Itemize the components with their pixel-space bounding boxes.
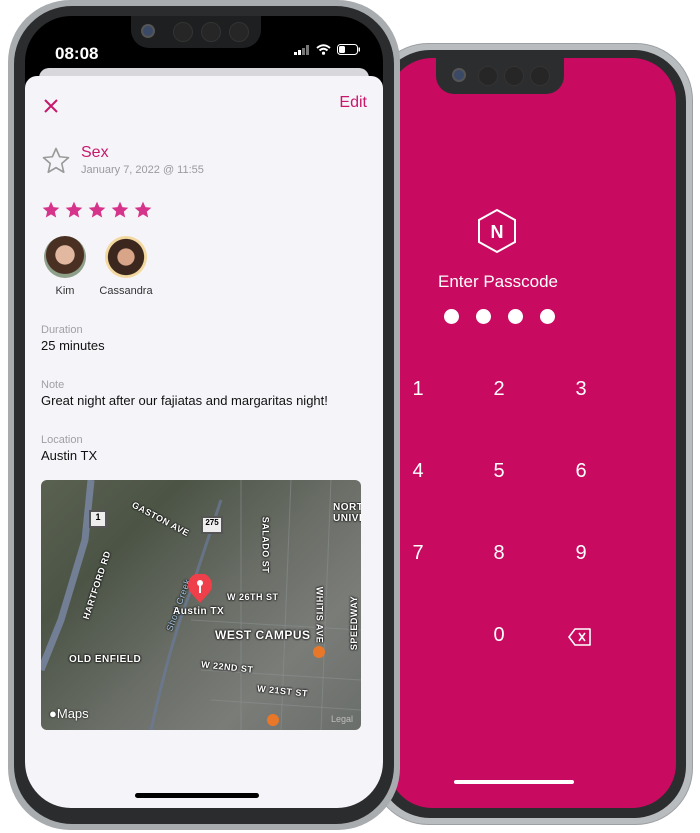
sensor <box>504 66 524 86</box>
sensor <box>478 66 498 86</box>
partner-name: Cassandra <box>99 285 153 297</box>
avatar <box>44 236 86 278</box>
status-icons <box>294 44 361 55</box>
wifi-icon <box>316 44 331 55</box>
app-logo-icon: N <box>478 208 516 254</box>
key-4[interactable]: 4 <box>398 460 438 483</box>
poi-icon[interactable] <box>313 646 325 658</box>
map-label: SPEEDWAY <box>349 595 360 651</box>
rating-star-icon[interactable] <box>110 200 130 220</box>
maps-attribution[interactable]: ●Maps <box>49 706 89 721</box>
note-value: Great night after our fajiatas and marga… <box>41 393 328 408</box>
key-1[interactable]: 1 <box>398 378 438 401</box>
key-0[interactable]: 0 <box>479 624 519 647</box>
avatar <box>105 236 147 278</box>
key-8[interactable]: 8 <box>479 542 519 565</box>
entry-date: January 7, 2022 @ 11:55 <box>81 164 204 176</box>
poi-icon[interactable] <box>267 714 279 726</box>
passcode-phone: N Enter Passcode 1 2 3 4 5 6 7 8 9 0 <box>372 44 692 824</box>
rating-star-icon[interactable] <box>64 200 84 220</box>
passcode-prompt: Enter Passcode <box>437 272 558 291</box>
backspace-icon[interactable] <box>568 628 592 646</box>
rating-star-icon[interactable] <box>41 200 61 220</box>
passcode-screen: N Enter Passcode 1 2 3 4 5 6 7 8 9 0 <box>388 58 676 808</box>
key-9[interactable]: 9 <box>561 542 601 565</box>
location-value: Austin TX <box>41 448 98 463</box>
home-indicator[interactable] <box>135 793 259 798</box>
location-label: Location <box>41 434 83 446</box>
map-label: SALADO ST <box>260 516 271 574</box>
passcode-dot <box>476 309 491 324</box>
pin-label: Austin TX <box>173 606 225 617</box>
notch <box>131 16 261 48</box>
note-label: Note <box>41 379 65 391</box>
duration-value: 25 minutes <box>41 338 105 353</box>
passcode-dot <box>444 309 459 324</box>
maps-attribution-text: Maps <box>56 706 89 721</box>
signal-icon <box>294 44 309 55</box>
camera-icon <box>143 26 153 36</box>
passcode-dot <box>508 309 523 324</box>
rating-stars <box>41 200 153 220</box>
status-time: 08:08 <box>55 44 99 63</box>
highway-shield: 275 <box>201 516 223 534</box>
entry-title: Sex <box>81 144 109 161</box>
map-label: W 26TH ST <box>227 592 279 602</box>
passcode-dots <box>444 309 555 324</box>
map-label: WEST CAMPUS <box>215 628 311 642</box>
notch <box>436 58 564 94</box>
map-pin-icon[interactable] <box>187 574 213 604</box>
apple-logo-icon: ● <box>49 706 57 721</box>
key-5[interactable]: 5 <box>479 460 519 483</box>
rating-star-icon[interactable] <box>87 200 107 220</box>
sensor <box>201 22 221 42</box>
home-indicator[interactable] <box>454 780 574 784</box>
map-label: OLD ENFIELD <box>69 654 142 665</box>
sensor <box>530 66 550 86</box>
logo-letter: N <box>491 222 504 242</box>
map-label: NORTH UNIVE <box>333 502 361 524</box>
key-2[interactable]: 2 <box>479 378 519 401</box>
detail-screen: 08:08 Edit Sex January 7, 2022 @ 11:55 K… <box>25 16 383 808</box>
map-label: WHITIS AVE <box>314 586 325 644</box>
sensor <box>173 22 193 42</box>
key-7[interactable]: 7 <box>398 542 438 565</box>
partner-cassandra[interactable]: Cassandra <box>91 236 161 297</box>
highway-shield: 1 <box>89 510 107 528</box>
partner-kim[interactable]: Kim <box>30 236 100 297</box>
star-outline-icon[interactable] <box>41 146 71 176</box>
key-3[interactable]: 3 <box>561 378 601 401</box>
location-map[interactable]: GASTON AVE SALADO ST W 26TH ST WEST CAMP… <box>41 480 361 730</box>
duration-label: Duration <box>41 324 83 336</box>
detail-phone: 08:08 Edit Sex January 7, 2022 @ 11:55 K… <box>8 0 400 830</box>
sensor <box>229 22 249 42</box>
legal-link[interactable]: Legal <box>331 714 353 724</box>
key-6[interactable]: 6 <box>561 460 601 483</box>
edit-button[interactable]: Edit <box>339 94 367 112</box>
close-icon[interactable] <box>43 98 59 114</box>
passcode-dot <box>540 309 555 324</box>
partner-name: Kim <box>55 285 75 297</box>
rating-star-icon[interactable] <box>133 200 153 220</box>
detail-sheet: Edit Sex January 7, 2022 @ 11:55 Kim Cas… <box>25 76 383 808</box>
camera-icon <box>454 70 464 80</box>
battery-icon <box>337 44 360 55</box>
